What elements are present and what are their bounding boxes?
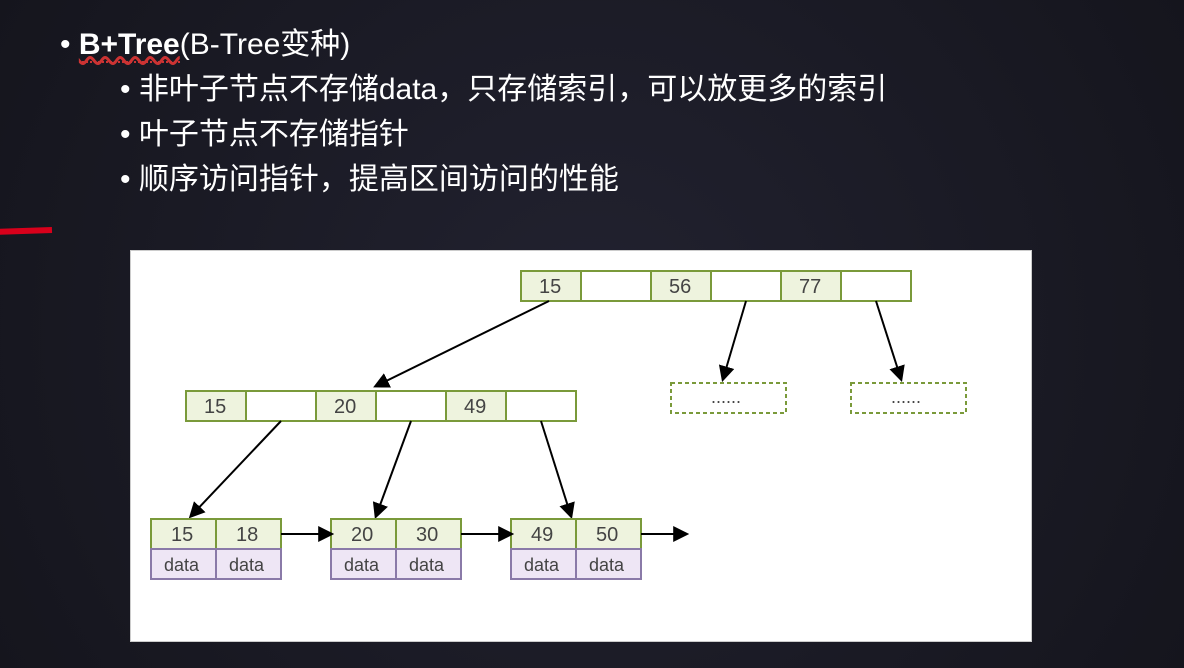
edge-mid-leaf3 xyxy=(541,421,571,516)
point-3: 顺序访问指针，提高区间访问的性能 xyxy=(120,157,887,202)
point-1: 非叶子节点不存储data，只存储索引，可以放更多的索引 xyxy=(120,67,887,112)
dashed-text-1: ...... xyxy=(711,387,741,407)
edge-root-to-mid xyxy=(376,301,549,386)
leaf1-data0: data xyxy=(164,555,200,575)
leaf1-data1: data xyxy=(229,555,265,575)
leaf3-data1: data xyxy=(589,555,625,575)
mid-key-1: 20 xyxy=(334,396,356,418)
leaf-node-3: 49 50 data data xyxy=(511,519,641,579)
leaf1-key0: 15 xyxy=(171,524,193,546)
leaf-node-2: 20 30 data data xyxy=(331,519,461,579)
leaf3-key0: 49 xyxy=(531,524,553,546)
root-key-2: 77 xyxy=(799,276,821,298)
root-node: 15 56 77 xyxy=(521,271,911,301)
leaf-node-1: 15 18 data data xyxy=(151,519,281,579)
leaf2-data0: data xyxy=(344,555,380,575)
edge-root-to-dash2 xyxy=(876,301,901,379)
mid-key-0: 15 xyxy=(204,396,226,418)
leaf3-key1: 50 xyxy=(596,524,618,546)
edge-root-to-dash1 xyxy=(723,301,746,379)
edge-mid-leaf2 xyxy=(376,421,411,516)
leaf2-data1: data xyxy=(409,555,445,575)
title-strong: B+Tree xyxy=(79,28,180,63)
title-suffix: (B-Tree变种) xyxy=(180,28,351,61)
point-2: 叶子节点不存储指针 xyxy=(120,112,887,157)
mid-key-2: 49 xyxy=(464,396,486,418)
root-key-1: 56 xyxy=(669,276,691,298)
leaf2-key0: 20 xyxy=(351,524,373,546)
dashed-text-2: ...... xyxy=(891,387,921,407)
root-key-0: 15 xyxy=(539,276,561,298)
mid-node: 15 20 49 xyxy=(186,391,576,421)
title-item: B+Tree(B-Tree变种) xyxy=(60,22,887,67)
leaf2-key1: 30 xyxy=(416,524,438,546)
leaf1-key1: 18 xyxy=(236,524,258,546)
bullet-list: B+Tree(B-Tree变种) 非叶子节点不存储data，只存储索引，可以放更… xyxy=(60,22,887,202)
edge-mid-leaf1 xyxy=(191,421,281,516)
red-stroke-decor xyxy=(0,227,52,235)
leaf3-data0: data xyxy=(524,555,560,575)
bplus-tree-diagram: 15 56 77 ...... ...... 15 20 xyxy=(130,250,1032,642)
